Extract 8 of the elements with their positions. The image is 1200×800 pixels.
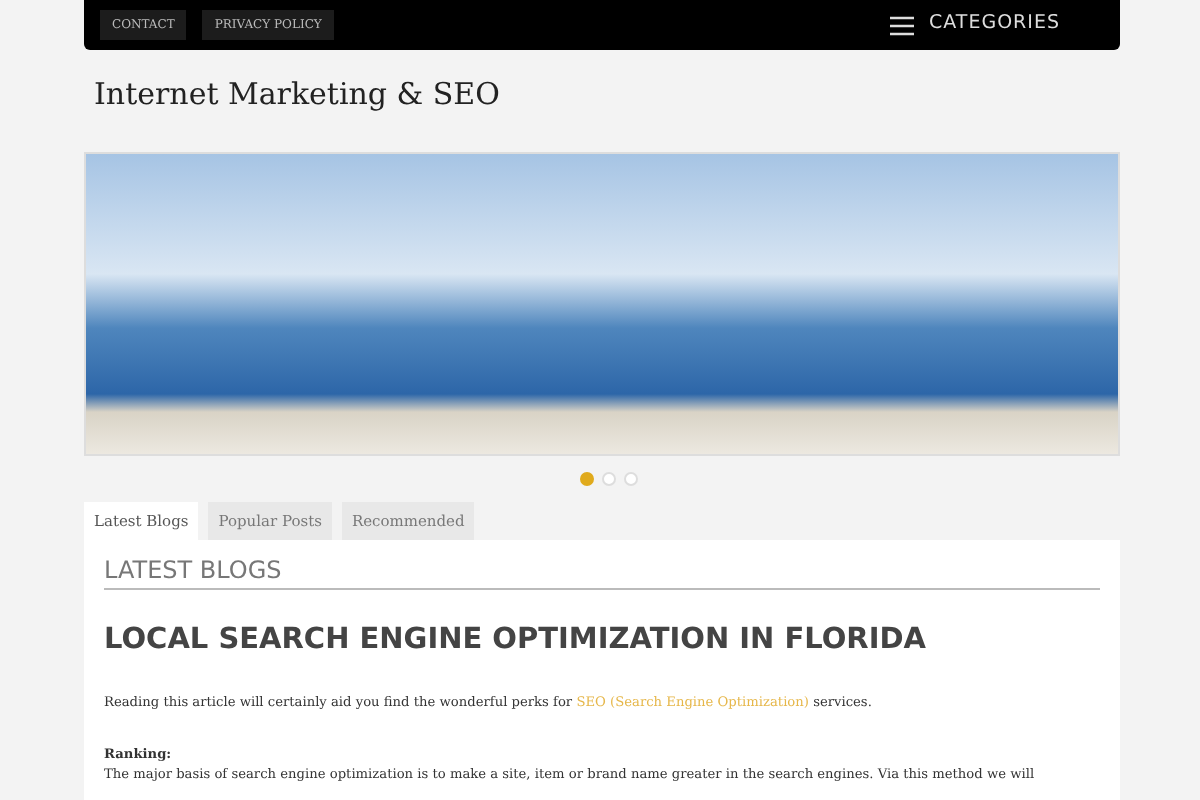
site-title: Internet Marketing & SEO [94,76,500,112]
slider-dot[interactable] [601,472,615,486]
section-heading: LATEST BLOGS [104,556,1100,590]
slider-dot[interactable] [623,472,637,486]
slider-dot[interactable] [579,472,593,486]
categories-menu[interactable]: CATEGORIES [889,10,1104,40]
menu-icon [889,15,914,35]
post-title[interactable]: LOCAL SEARCH ENGINE OPTIMIZATION IN FLORIDA [104,623,1100,659]
